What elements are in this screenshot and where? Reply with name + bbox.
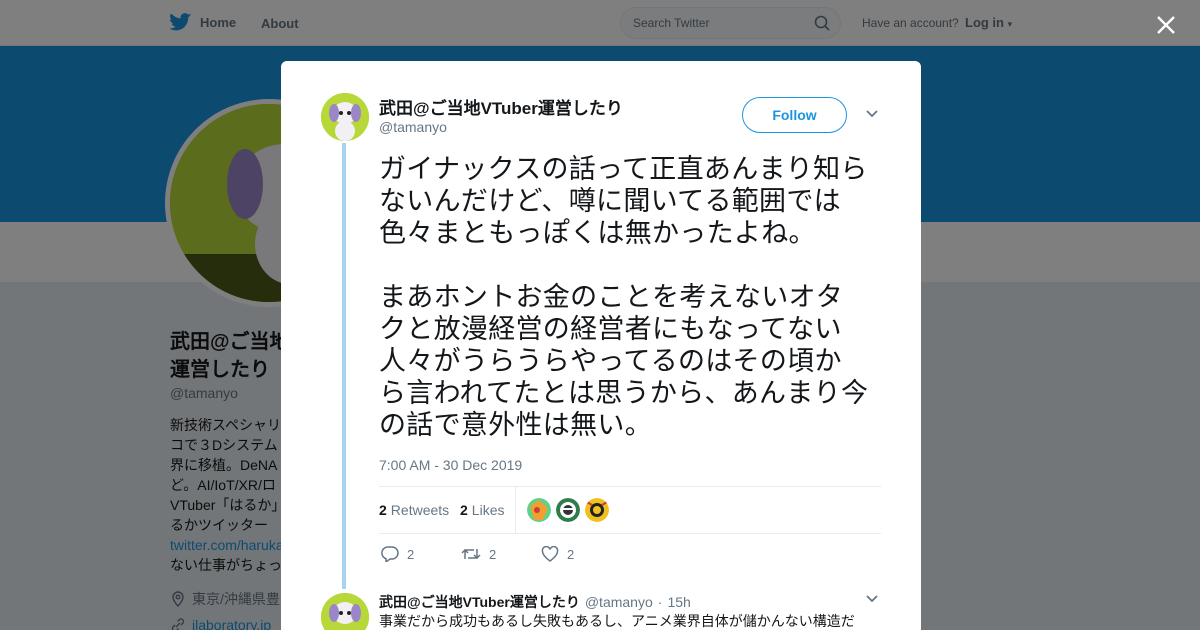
- reply-author-avatar[interactable]: [321, 593, 369, 630]
- reply-author-name[interactable]: 武田@ご当地VTuber運営したり: [379, 592, 580, 612]
- reply-icon: [381, 546, 399, 562]
- chevron-down-icon[interactable]: [865, 109, 879, 119]
- tweet-stats: 2 Retweets 2 Likes: [379, 486, 881, 534]
- reply-author-handle[interactable]: @tamanyo: [585, 594, 653, 610]
- retweets-label: Retweets: [390, 502, 450, 518]
- reply-time[interactable]: 15h: [667, 594, 690, 610]
- tweet-text: ガイナックスの話って正直あんまり知らないんだけど、噂に聞いてる範囲では色々まとも…: [379, 154, 869, 440]
- likes-stat[interactable]: 2 Likes: [460, 502, 504, 518]
- tweet-author-avatar[interactable]: [321, 93, 369, 141]
- liker-avatar[interactable]: [527, 498, 551, 522]
- like-button[interactable]: 2: [541, 546, 621, 562]
- tweet-modal: 武田@ご当地VTuber運営したり @tamanyo Follow ガイナックス…: [281, 61, 921, 630]
- liker-avatar[interactable]: [585, 498, 609, 522]
- reply-count: 2: [407, 546, 415, 562]
- reply-header: 武田@ご当地VTuber運営したり @tamanyo · 15h: [379, 592, 691, 612]
- tweet-actions: 2 2 2: [381, 546, 621, 562]
- heart-icon: [541, 546, 559, 562]
- reply-separator: ·: [657, 594, 663, 610]
- retweet-icon: [461, 548, 481, 560]
- thread-line: [342, 143, 346, 589]
- tweet-author-handle[interactable]: @tamanyo: [379, 119, 447, 135]
- stats-divider: [515, 487, 516, 533]
- follow-button[interactable]: Follow: [742, 97, 847, 133]
- like-action-count: 2: [567, 546, 575, 562]
- chevron-down-icon[interactable]: [865, 594, 879, 604]
- liker-avatars: [527, 498, 609, 522]
- retweets-count: 2: [379, 502, 387, 518]
- reply-text: 事業だから成功もあるし失敗もあるし、アニメ業界自体が儲かんない構造だ: [379, 613, 855, 629]
- avatar-dog-figure-image: [321, 593, 369, 630]
- retweet-action-count: 2: [489, 546, 497, 562]
- avatar-dog-figure-image: [321, 93, 369, 141]
- liker-avatar[interactable]: [556, 498, 580, 522]
- tweet-timestamp[interactable]: 7:00 AM - 30 Dec 2019: [379, 457, 522, 473]
- retweet-button[interactable]: 2: [461, 546, 541, 562]
- reply-button[interactable]: 2: [381, 546, 461, 562]
- likes-label: Likes: [471, 502, 505, 518]
- retweets-stat[interactable]: 2 Retweets: [379, 502, 449, 518]
- tweet-author-name[interactable]: 武田@ご当地VTuber運営したり: [379, 94, 623, 119]
- likes-count: 2: [460, 502, 468, 518]
- close-icon[interactable]: [1152, 11, 1180, 39]
